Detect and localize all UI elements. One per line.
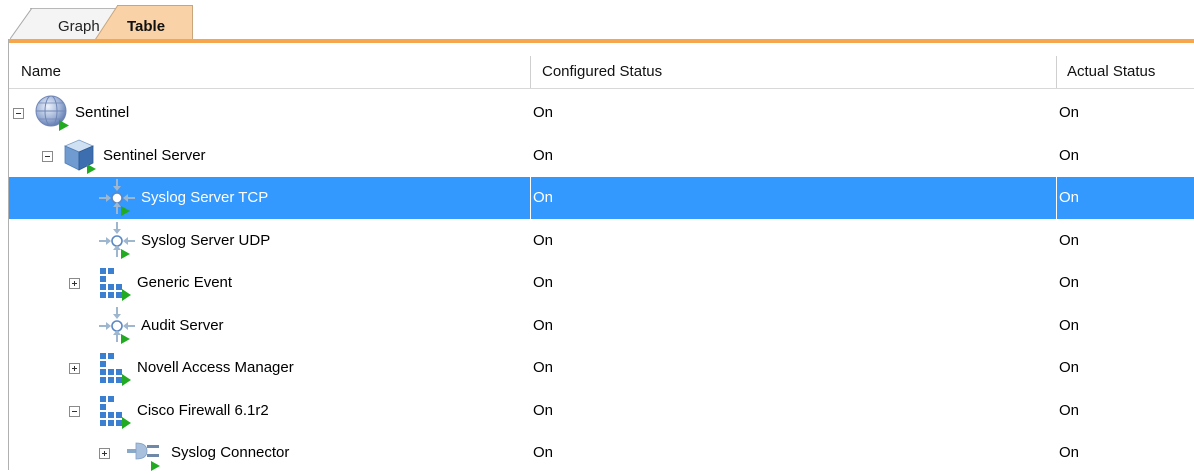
- column-divider: [1056, 220, 1057, 262]
- collapse-toggle[interactable]: [42, 151, 53, 162]
- expand-toggle[interactable]: [69, 363, 80, 374]
- configured-status-cell: On: [533, 317, 554, 334]
- table-row[interactable]: Cisco Firewall 6.1r2 On On: [9, 390, 1194, 432]
- column-header-actual-status[interactable]: Actual Status: [1067, 56, 1155, 88]
- column-divider: [530, 177, 531, 219]
- column-divider: [1056, 92, 1057, 134]
- row-name: Syslog Server UDP: [141, 232, 271, 249]
- collapse-toggle[interactable]: [13, 108, 24, 119]
- collapse-toggle[interactable]: [69, 406, 80, 417]
- column-divider: [1056, 305, 1057, 347]
- actual-status-cell: On: [1059, 189, 1080, 206]
- column-divider: [1056, 432, 1057, 474]
- actual-status-cell: On: [1059, 147, 1080, 164]
- collector-grid-icon: [95, 264, 135, 302]
- column-divider: [1056, 177, 1057, 219]
- actual-status-cell: On: [1059, 274, 1080, 291]
- tab-graph-label: Graph: [58, 18, 100, 35]
- collector-grid-icon: [95, 392, 135, 430]
- tab-table[interactable]: Table: [95, 5, 193, 41]
- column-header-name[interactable]: Name: [21, 56, 61, 88]
- table-row[interactable]: Generic Event On On: [9, 262, 1194, 304]
- tab-underline: [8, 39, 1194, 43]
- actual-status-cell: On: [1059, 232, 1080, 249]
- table-row[interactable]: Sentinel On On: [9, 92, 1194, 134]
- column-resize-handle[interactable]: [1056, 56, 1057, 88]
- column-divider: [530, 305, 531, 347]
- collector-grid-icon: [95, 349, 135, 387]
- column-divider: [530, 262, 531, 304]
- event-source-server-icon: [95, 307, 139, 345]
- event-source-server-icon: [95, 222, 139, 260]
- expand-toggle[interactable]: [99, 448, 110, 459]
- configured-status-cell: On: [533, 147, 554, 164]
- configured-status-cell: On: [533, 444, 554, 461]
- row-name: Sentinel: [75, 104, 130, 121]
- configured-status-cell: On: [533, 359, 554, 376]
- column-divider: [1056, 347, 1057, 389]
- connector-plug-icon: [125, 434, 169, 472]
- column-divider: [1056, 135, 1057, 177]
- configured-status-cell: On: [533, 274, 554, 291]
- row-name: Novell Access Manager: [137, 359, 294, 376]
- column-divider: [530, 135, 531, 177]
- table-row[interactable]: Syslog Server UDP On On: [9, 220, 1194, 262]
- column-resize-handle[interactable]: [530, 56, 531, 88]
- table-row[interactable]: Audit Server On On: [9, 305, 1194, 347]
- configured-status-cell: On: [533, 402, 554, 419]
- table-row[interactable]: Syslog Server TCP On On: [9, 177, 1194, 219]
- view-tab-bar: Graph Table: [0, 0, 1194, 44]
- column-divider: [1056, 262, 1057, 304]
- tab-edge: [95, 5, 118, 41]
- table-row[interactable]: Sentinel Server On On: [9, 135, 1194, 177]
- column-divider: [530, 220, 531, 262]
- server-cube-icon: [61, 137, 101, 175]
- actual-status-cell: On: [1059, 444, 1080, 461]
- row-name: Audit Server: [141, 317, 224, 334]
- column-divider: [1056, 390, 1057, 432]
- globe-icon: [33, 94, 73, 132]
- row-name: Cisco Firewall 6.1r2: [137, 402, 269, 419]
- table-row[interactable]: Novell Access Manager On On: [9, 347, 1194, 389]
- actual-status-cell: On: [1059, 104, 1080, 121]
- table-row[interactable]: Syslog Connector On On: [9, 432, 1194, 474]
- event-source-server-icon: [95, 179, 139, 217]
- row-name: Syslog Connector: [171, 444, 290, 461]
- configured-status-cell: On: [533, 232, 554, 249]
- row-name: Syslog Server TCP: [141, 189, 269, 206]
- configured-status-cell: On: [533, 189, 554, 206]
- configured-status-cell: On: [533, 104, 554, 121]
- column-divider: [530, 432, 531, 474]
- row-name: Generic Event: [137, 274, 233, 291]
- column-divider: [530, 92, 531, 134]
- row-name: Sentinel Server: [103, 147, 206, 164]
- column-header-configured-status[interactable]: Configured Status: [542, 56, 662, 88]
- table-header: Name Configured Status Actual Status: [9, 56, 1194, 89]
- tab-edge: [10, 8, 32, 40]
- actual-status-cell: On: [1059, 359, 1080, 376]
- actual-status-cell: On: [1059, 402, 1080, 419]
- expand-toggle[interactable]: [69, 278, 80, 289]
- actual-status-cell: On: [1059, 317, 1080, 334]
- column-divider: [530, 390, 531, 432]
- tab-table-label: Table: [127, 18, 166, 35]
- column-divider: [530, 347, 531, 389]
